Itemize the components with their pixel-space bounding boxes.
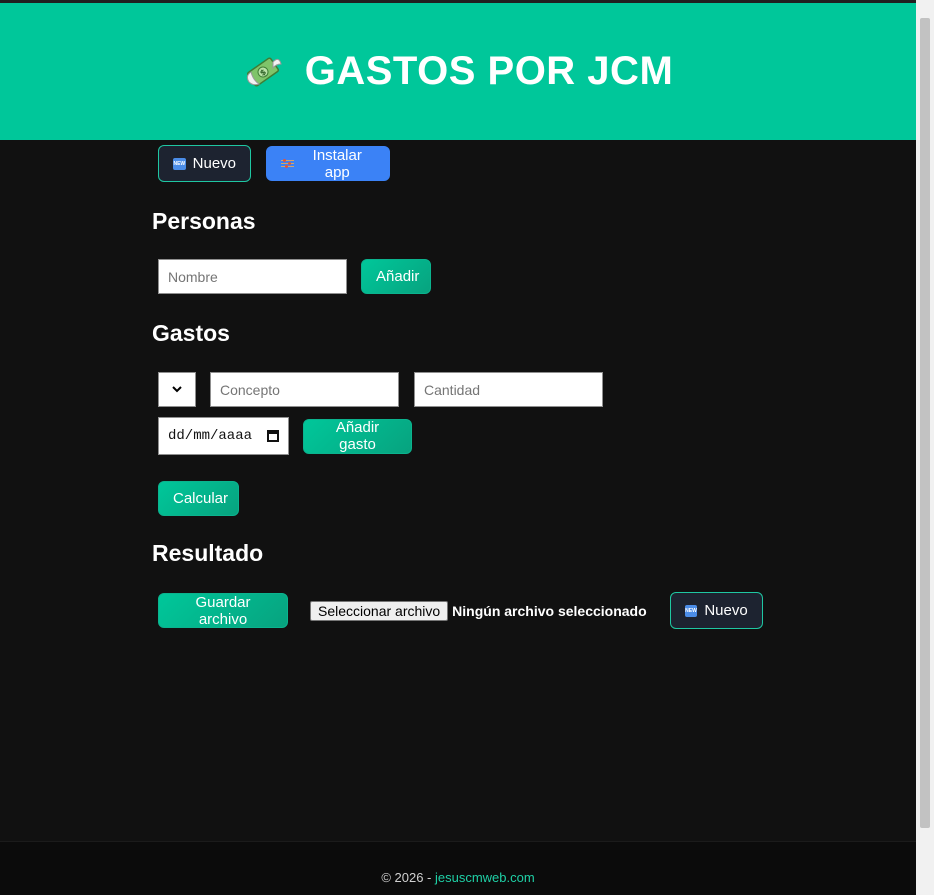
page-title-text: GASTOS POR JCM bbox=[304, 49, 674, 93]
gastos-form-row-2: dd/mm/aaaa Añadir gasto bbox=[158, 417, 412, 455]
new-button-result-label: Nuevo bbox=[704, 602, 748, 619]
top-toolbar: NEW Nuevo Instalar app bbox=[158, 145, 390, 182]
new-button-label: Nuevo bbox=[192, 155, 236, 172]
footer: © 2026 - jesuscmweb.com bbox=[0, 841, 916, 895]
install-app-button[interactable]: Instalar app bbox=[266, 146, 390, 181]
new-icon: NEW bbox=[173, 157, 186, 170]
amount-input[interactable]: Cantidad bbox=[414, 372, 603, 407]
chevron-down-icon bbox=[172, 386, 182, 393]
calculate-button[interactable]: Calcular bbox=[158, 481, 239, 516]
name-input-placeholder: Nombre bbox=[168, 268, 218, 285]
person-select[interactable] bbox=[158, 372, 196, 407]
vertical-scrollbar[interactable] bbox=[916, 0, 934, 895]
new-button-result[interactable]: NEW Nuevo bbox=[669, 592, 763, 629]
money-with-wings-icon: $ bbox=[243, 52, 283, 92]
add-person-button[interactable]: Añadir bbox=[361, 259, 431, 294]
abacus-icon bbox=[281, 157, 294, 170]
date-input[interactable]: dd/mm/aaaa bbox=[158, 417, 289, 455]
name-input[interactable]: Nombre bbox=[158, 259, 347, 294]
gastos-heading: Gastos bbox=[152, 320, 230, 346]
page-title: $ GASTOS POR JCM bbox=[243, 49, 674, 94]
add-expense-button[interactable]: Añadir gasto bbox=[303, 418, 412, 454]
choose-file-button[interactable]: Seleccionar archivo bbox=[310, 600, 449, 621]
calculate-row: Calcular bbox=[158, 481, 239, 516]
resultado-actions: Guardar archivo Seleccionar archivo Ning… bbox=[158, 592, 763, 629]
app-header: $ GASTOS POR JCM bbox=[0, 3, 916, 140]
resultado-heading: Resultado bbox=[152, 540, 264, 566]
scrollbar-thumb[interactable] bbox=[920, 18, 930, 828]
footer-link[interactable]: jesuscmweb.com bbox=[435, 870, 535, 885]
amount-input-placeholder: Cantidad bbox=[424, 381, 481, 398]
personas-heading: Personas bbox=[152, 208, 256, 234]
footer-copyright: © 2026 - bbox=[381, 870, 435, 885]
date-input-placeholder: dd/mm/aaaa bbox=[168, 428, 253, 444]
new-button[interactable]: NEW Nuevo bbox=[158, 145, 251, 182]
personas-form: Nombre Añadir bbox=[158, 259, 431, 294]
calendar-icon[interactable] bbox=[267, 430, 279, 442]
install-app-label: Instalar app bbox=[312, 146, 362, 181]
new-icon: NEW bbox=[684, 604, 698, 617]
no-file-label: Ningún archivo seleccionado bbox=[452, 602, 647, 619]
concept-input-placeholder: Concepto bbox=[220, 381, 280, 398]
concept-input[interactable]: Concepto bbox=[210, 372, 399, 407]
save-file-button[interactable]: Guardar archivo bbox=[158, 593, 288, 628]
gastos-form-row-1: Concepto Cantidad bbox=[158, 372, 603, 407]
